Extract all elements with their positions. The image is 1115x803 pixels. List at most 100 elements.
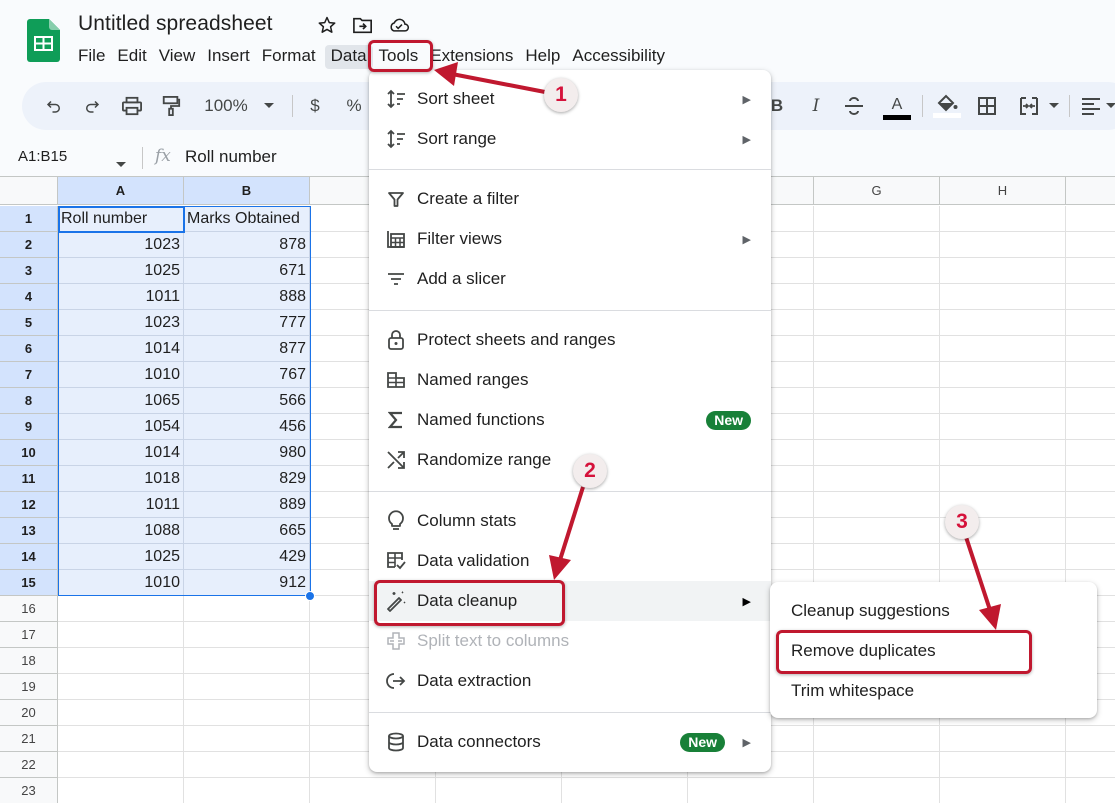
menu-item-filter-views[interactable]: Filter views ▶ bbox=[369, 219, 771, 259]
column-header-i[interactable] bbox=[1066, 177, 1115, 205]
name-box-dropdown-icon[interactable] bbox=[116, 155, 126, 173]
cell-a12[interactable]: 1011 bbox=[58, 492, 184, 518]
cell-b16[interactable] bbox=[184, 596, 310, 622]
cell-b18[interactable] bbox=[184, 648, 310, 674]
row-header-7[interactable]: 7 bbox=[0, 362, 58, 388]
menu-item-data-connectors[interactable]: Data connectors New ▶ bbox=[369, 722, 771, 762]
cell-h8[interactable] bbox=[940, 388, 1066, 414]
column-header-h[interactable]: H bbox=[940, 177, 1066, 205]
menu-insert[interactable]: Insert bbox=[201, 45, 256, 69]
cell-a15[interactable]: 1010 bbox=[58, 570, 184, 596]
menu-item-named-functions[interactable]: Named functions New bbox=[369, 400, 771, 440]
cell-h2[interactable] bbox=[940, 232, 1066, 258]
cell-a16[interactable] bbox=[58, 596, 184, 622]
cell-a3[interactable]: 1025 bbox=[58, 258, 184, 284]
menu-item-randomize-range[interactable]: Randomize range bbox=[369, 440, 771, 480]
cell-h9[interactable] bbox=[940, 414, 1066, 440]
menu-help[interactable]: Help bbox=[519, 45, 566, 69]
cell-i7[interactable] bbox=[1066, 362, 1115, 388]
cell-h21[interactable] bbox=[940, 726, 1066, 752]
cell-b8[interactable]: 566 bbox=[184, 388, 310, 414]
cell-b6[interactable]: 877 bbox=[184, 336, 310, 362]
cell-g8[interactable] bbox=[814, 388, 940, 414]
strikethrough-icon[interactable] bbox=[842, 82, 866, 130]
row-header-11[interactable]: 11 bbox=[0, 466, 58, 492]
cell-b15[interactable]: 912 bbox=[184, 570, 310, 596]
cell-i6[interactable] bbox=[1066, 336, 1115, 362]
cell-a10[interactable]: 1014 bbox=[58, 440, 184, 466]
row-header-9[interactable]: 9 bbox=[0, 414, 58, 440]
cell-g13[interactable] bbox=[814, 518, 940, 544]
fill-color-button[interactable] bbox=[932, 82, 962, 130]
column-header-a[interactable]: A bbox=[58, 177, 184, 205]
row-header-18[interactable]: 18 bbox=[0, 648, 58, 674]
cell-i4[interactable] bbox=[1066, 284, 1115, 310]
menu-item-protect-sheets-and-ranges[interactable]: Protect sheets and ranges bbox=[369, 320, 771, 360]
row-header-6[interactable]: 6 bbox=[0, 336, 58, 362]
cell-g11[interactable] bbox=[814, 466, 940, 492]
cell-g2[interactable] bbox=[814, 232, 940, 258]
row-header-20[interactable]: 20 bbox=[0, 700, 58, 726]
cell-g22[interactable] bbox=[814, 752, 940, 778]
cell-b7[interactable]: 767 bbox=[184, 362, 310, 388]
cell-g1[interactable] bbox=[814, 206, 940, 232]
percent-format-button[interactable]: % bbox=[344, 82, 364, 130]
submenu-trim-whitespace[interactable]: Trim whitespace bbox=[770, 671, 1097, 711]
cell-h11[interactable] bbox=[940, 466, 1066, 492]
cell-g7[interactable] bbox=[814, 362, 940, 388]
fill-handle[interactable] bbox=[305, 591, 315, 601]
cell-f23[interactable] bbox=[688, 778, 814, 803]
menu-item-sort-range[interactable]: Sort range ▶ bbox=[369, 119, 771, 159]
menu-file[interactable]: File bbox=[72, 45, 111, 69]
cell-b5[interactable]: 777 bbox=[184, 310, 310, 336]
cell-h14[interactable] bbox=[940, 544, 1066, 570]
star-icon[interactable] bbox=[316, 14, 338, 36]
row-header-14[interactable]: 14 bbox=[0, 544, 58, 570]
cell-a9[interactable]: 1054 bbox=[58, 414, 184, 440]
cell-g14[interactable] bbox=[814, 544, 940, 570]
row-header-15[interactable]: 15 bbox=[0, 570, 58, 596]
menu-item-column-stats[interactable]: Column stats bbox=[369, 501, 771, 541]
row-header-13[interactable]: 13 bbox=[0, 518, 58, 544]
cell-c23[interactable] bbox=[310, 778, 436, 803]
cell-i22[interactable] bbox=[1066, 752, 1115, 778]
cell-b21[interactable] bbox=[184, 726, 310, 752]
zoom-dropdown-icon[interactable] bbox=[262, 82, 276, 130]
cell-g21[interactable] bbox=[814, 726, 940, 752]
menu-format[interactable]: Format bbox=[256, 45, 322, 69]
cell-e23[interactable] bbox=[562, 778, 688, 803]
print-icon[interactable] bbox=[119, 82, 145, 130]
submenu-remove-duplicates[interactable]: Remove duplicates bbox=[770, 631, 1097, 671]
menu-tools[interactable]: Tools bbox=[373, 45, 425, 69]
row-header-8[interactable]: 8 bbox=[0, 388, 58, 414]
zoom-select[interactable]: 100% bbox=[200, 82, 252, 130]
menu-edit[interactable]: Edit bbox=[111, 45, 152, 69]
undo-icon[interactable] bbox=[42, 82, 66, 130]
row-header-4[interactable]: 4 bbox=[0, 284, 58, 310]
text-color-button[interactable]: A bbox=[883, 82, 911, 130]
cell-h4[interactable] bbox=[940, 284, 1066, 310]
redo-icon[interactable] bbox=[80, 82, 104, 130]
cell-h22[interactable] bbox=[940, 752, 1066, 778]
cell-i12[interactable] bbox=[1066, 492, 1115, 518]
row-header-23[interactable]: 23 bbox=[0, 778, 58, 803]
submenu-cleanup-suggestions[interactable]: Cleanup suggestions bbox=[770, 591, 1097, 631]
menu-item-create-a-filter[interactable]: Create a filter bbox=[369, 179, 771, 219]
cell-b10[interactable]: 980 bbox=[184, 440, 310, 466]
cell-i1[interactable] bbox=[1066, 206, 1115, 232]
cell-i3[interactable] bbox=[1066, 258, 1115, 284]
cell-i14[interactable] bbox=[1066, 544, 1115, 570]
menu-accessibility[interactable]: Accessibility bbox=[566, 45, 671, 69]
cell-a2[interactable]: 1023 bbox=[58, 232, 184, 258]
row-header-22[interactable]: 22 bbox=[0, 752, 58, 778]
menu-item-add-a-slicer[interactable]: Add a slicer bbox=[369, 259, 771, 299]
cell-a19[interactable] bbox=[58, 674, 184, 700]
cell-g3[interactable] bbox=[814, 258, 940, 284]
horizontal-align-icon[interactable] bbox=[1079, 82, 1103, 130]
cell-h5[interactable] bbox=[940, 310, 1066, 336]
cell-h1[interactable] bbox=[940, 206, 1066, 232]
cell-a23[interactable] bbox=[58, 778, 184, 803]
cell-i21[interactable] bbox=[1066, 726, 1115, 752]
cell-a14[interactable]: 1025 bbox=[58, 544, 184, 570]
cell-h7[interactable] bbox=[940, 362, 1066, 388]
